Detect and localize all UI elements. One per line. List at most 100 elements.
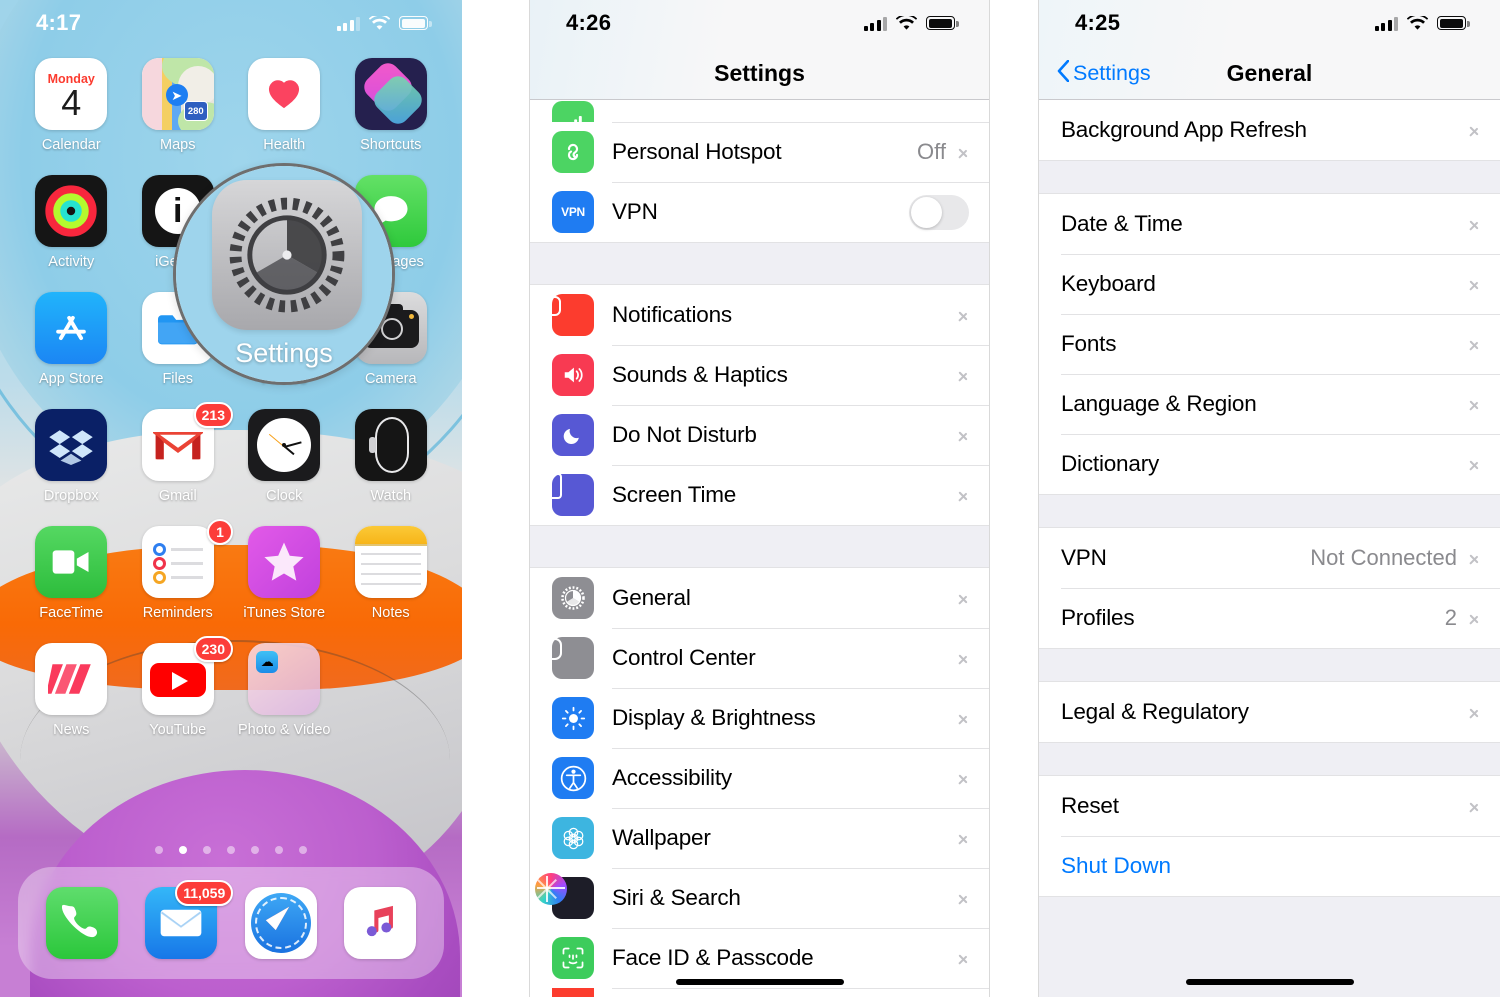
row-date-time[interactable]: Date & Time [1039, 194, 1500, 254]
app-health[interactable]: Health [231, 58, 338, 153]
app-app-store[interactable]: App Store [18, 292, 125, 387]
row-shut-down[interactable]: Shut Down [1039, 836, 1500, 896]
page-dot[interactable] [275, 846, 283, 854]
page-dot[interactable] [203, 846, 211, 854]
page-dot[interactable] [299, 846, 307, 854]
app-label: YouTube [149, 722, 207, 738]
app-clock[interactable]: Clock [231, 409, 338, 504]
app-maps[interactable]: ➤ 280 Maps [125, 58, 232, 153]
chevron-right-icon [958, 486, 969, 505]
row-do-not-disturb[interactable]: Do Not Disturb [530, 405, 989, 465]
status-time: 4:26 [566, 10, 612, 35]
chevron-right-icon [958, 426, 969, 445]
reminders-icon [141, 526, 214, 598]
row-notifications[interactable]: Notifications [530, 285, 989, 345]
row-wallpaper[interactable]: Wallpaper [530, 808, 989, 868]
general-group-3: VPN Not Connected Profiles 2 [1039, 528, 1500, 648]
chevron-right-icon [1469, 455, 1480, 474]
shut-down-link[interactable]: Shut Down [1061, 853, 1171, 879]
row-personal-hotspot[interactable]: Personal Hotspot Off [530, 122, 989, 182]
chevron-right-icon [1469, 335, 1480, 354]
row-general[interactable]: General [530, 568, 989, 628]
battery-icon [399, 16, 432, 30]
row-vpn[interactable]: VPN Not Connected [1039, 528, 1500, 588]
row-background-app-refresh[interactable]: Background App Refresh [1039, 100, 1500, 160]
row-language-region[interactable]: Language & Region [1039, 374, 1500, 434]
app-notes[interactable]: Notes [338, 526, 445, 621]
app-youtube[interactable]: 230 YouTube [125, 636, 233, 738]
row-control-center[interactable]: Control Center [530, 628, 989, 688]
row-cellular[interactable]: Cellular [530, 100, 989, 122]
chevron-right-icon [1469, 797, 1480, 816]
row-legal-regulatory[interactable]: Legal & Regulatory [1039, 682, 1500, 742]
app-gmail[interactable]: 213 Gmail [125, 402, 233, 504]
dock-app-music[interactable] [344, 887, 417, 959]
app-news[interactable]: News [18, 643, 125, 738]
badge-count: 230 [193, 636, 233, 662]
row-profiles[interactable]: Profiles 2 [1039, 588, 1500, 648]
dock-app-safari[interactable] [244, 887, 317, 959]
row-label: Legal & Regulatory [1061, 699, 1249, 724]
app-shortcuts[interactable]: Shortcuts [338, 58, 445, 153]
chevron-right-icon [1469, 609, 1480, 628]
row-screen-time[interactable]: Screen Time [530, 465, 989, 525]
dock-app-phone[interactable] [45, 887, 118, 959]
row-label: Profiles [1061, 605, 1135, 630]
row-label: Siri & Search [612, 885, 741, 910]
home-indicator[interactable] [675, 979, 844, 985]
row-sounds-haptics[interactable]: Sounds & Haptics [530, 345, 989, 405]
app-activity[interactable]: Activity [18, 175, 125, 270]
row-label: Background App Refresh [1061, 117, 1307, 142]
three-panel-tutorial-screenshot: 4:17 Monday 4 Calendar ➤ 280 Maps Health… [0, 0, 1500, 997]
status-indicators [863, 15, 959, 31]
chevron-right-icon [958, 829, 969, 848]
row-emergency-sos[interactable] [530, 988, 989, 997]
settings-group-notifications: Notifications Sounds & Haptics Do Not Di… [530, 285, 989, 525]
dock: 11,059 [18, 867, 444, 979]
itunes-store-icon [248, 526, 321, 598]
row-accessory: Off [917, 139, 969, 165]
app-folder-photo-video[interactable]: ☁ Photo & Video [231, 643, 338, 738]
general-list[interactable]: Background App Refresh Date & Time Keybo… [1039, 100, 1500, 997]
home-indicator[interactable] [1185, 979, 1354, 985]
row-fonts[interactable]: Fonts [1039, 314, 1500, 374]
general-group-5: Reset Shut Down [1039, 776, 1500, 896]
app-label: Maps [160, 137, 196, 153]
app-watch[interactable]: Watch [338, 409, 445, 504]
accessibility-icon [552, 757, 594, 799]
app-label: Notes [371, 605, 410, 621]
page-dot[interactable] [227, 846, 235, 854]
highway-shield: 280 [183, 101, 208, 121]
app-label: Watch [370, 488, 412, 504]
row-keyboard[interactable]: Keyboard [1039, 254, 1500, 314]
row-reset[interactable]: Reset [1039, 776, 1500, 836]
vpn-toggle[interactable] [909, 194, 969, 230]
app-empty-slot [338, 643, 445, 738]
settings-list[interactable]: Cellular Personal Hotspot Off VPN [530, 100, 989, 997]
page-dot-active[interactable] [179, 846, 187, 854]
app-itunes-store[interactable]: iTunes Store [231, 526, 338, 621]
dropbox-icon [35, 409, 108, 481]
row-siri-search[interactable]: Siri & Search [530, 868, 989, 928]
page-indicator-dots[interactable] [0, 846, 462, 854]
face-id-icon [552, 937, 594, 979]
row-label: Screen Time [612, 482, 737, 507]
row-vpn[interactable]: VPN VPN [530, 182, 989, 242]
row-accessory[interactable] [909, 194, 969, 230]
badge-count: 1 [207, 519, 233, 545]
app-calendar[interactable]: Monday 4 Calendar [18, 58, 125, 153]
row-display-brightness[interactable]: Display & Brightness [530, 688, 989, 748]
row-accessibility[interactable]: Accessibility [530, 748, 989, 808]
dock-app-mail[interactable]: 11,059 [145, 880, 234, 959]
page-dot[interactable] [251, 846, 259, 854]
row-value: Not Connected [1310, 545, 1457, 570]
page-dot[interactable] [155, 846, 163, 854]
row-label: Display & Brightness [612, 705, 816, 730]
app-dropbox[interactable]: Dropbox [18, 409, 125, 504]
back-button[interactable]: Settings [1057, 59, 1151, 87]
app-facetime[interactable]: FaceTime [18, 526, 125, 621]
row-dictionary[interactable]: Dictionary [1039, 434, 1500, 494]
wifi-icon [896, 15, 917, 31]
app-reminders[interactable]: 1 Reminders [125, 519, 233, 621]
section-gap [1039, 160, 1500, 194]
